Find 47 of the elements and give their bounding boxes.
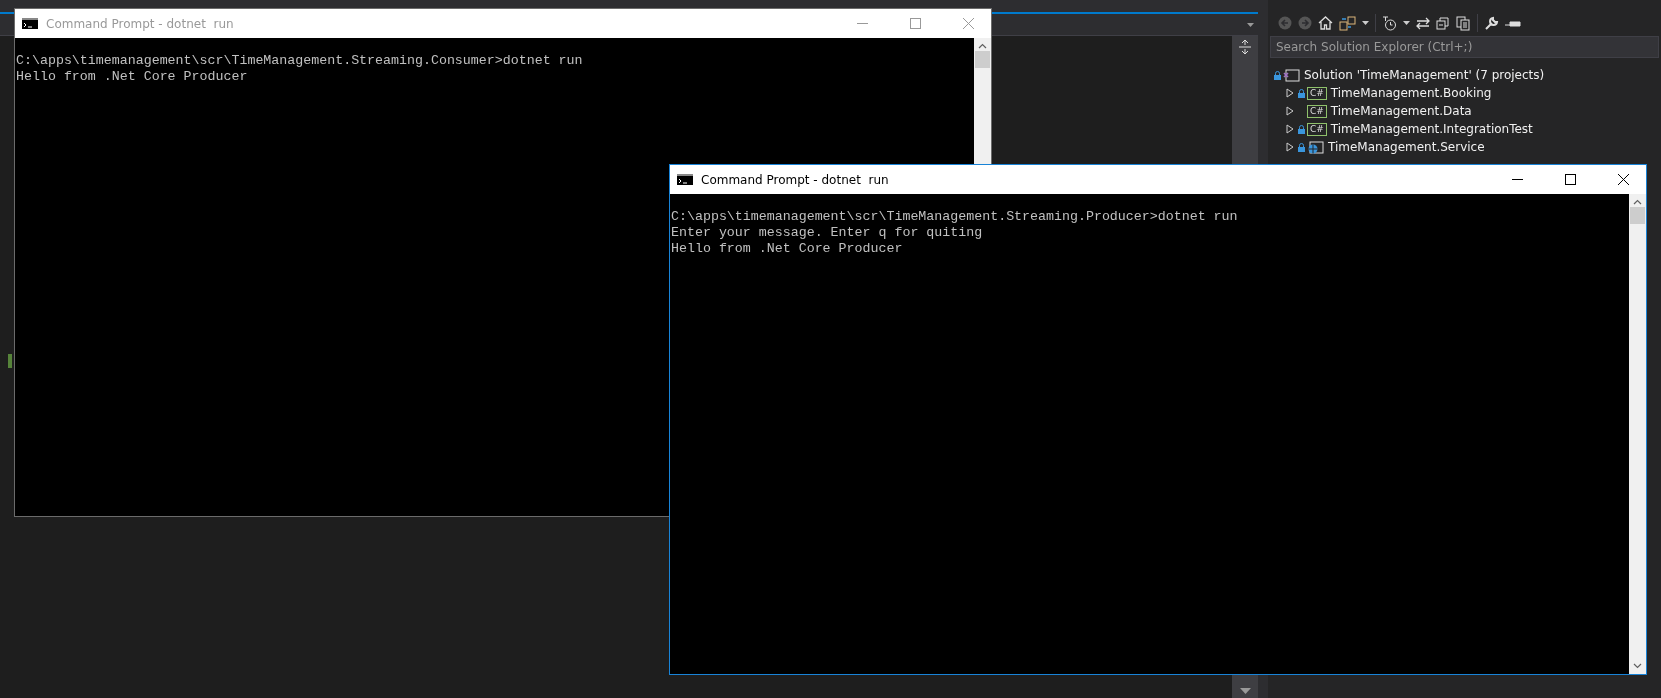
caret-icon[interactable] [1247, 22, 1254, 27]
maximize-icon [910, 18, 921, 29]
collapsed-arrow-icon[interactable] [1286, 106, 1294, 116]
window-title: Command Prompt - dotnet run [46, 15, 235, 33]
tree-item[interactable]: TimeManagement.Service [1268, 138, 1661, 156]
console-icon [22, 18, 38, 29]
console-line: Enter your message. Enter q for quiting [671, 225, 984, 241]
scrollbar-thumb[interactable] [1630, 207, 1645, 224]
caret-icon[interactable] [1403, 21, 1410, 25]
console-line: C:\apps\timemanagement\scr\TimeManagement.Streaming.Producer>dotnet run [671, 209, 1239, 225]
collapse-icon[interactable] [1436, 16, 1450, 30]
maximize-icon [1565, 174, 1576, 185]
sync-folders-icon[interactable] [1339, 15, 1356, 31]
console-icon [677, 174, 693, 185]
window-title: Command Prompt - dotnet run [701, 171, 890, 189]
close-icon [963, 18, 974, 29]
clock-icon[interactable] [1382, 15, 1397, 31]
console-line: C:\apps\timemanagement\scr\TimeManagement.Streaming.Consumer>dotnet run [16, 53, 584, 69]
tree-item[interactable]: Solution 'TimeManagement' (7 projects) [1268, 66, 1661, 84]
console-line: Hello from .Net Core Producer [671, 241, 904, 257]
swap-arrows-icon[interactable] [1416, 16, 1430, 30]
search-field[interactable]: Search Solution Explorer (Ctrl+;) [1270, 36, 1659, 58]
tree-item[interactable]: C# TimeManagement.Data [1268, 102, 1661, 120]
scroll-down-icon[interactable] [1633, 663, 1642, 669]
copy-pages-icon[interactable] [1456, 15, 1471, 31]
split-icon[interactable] [1239, 40, 1251, 54]
scroll-up-icon[interactable] [1633, 199, 1642, 205]
solution-icon [1283, 68, 1300, 82]
tree-item[interactable]: C# TimeManagement.IntegrationTest [1268, 120, 1661, 138]
close-icon [1618, 174, 1629, 185]
home-icon[interactable] [1318, 16, 1333, 30]
change-marker [8, 354, 12, 368]
web-project-icon [1307, 140, 1324, 154]
minimize-icon [857, 23, 868, 24]
csharp-project-icon: C# [1307, 104, 1327, 118]
csharp-project-icon: C# [1307, 86, 1327, 100]
csharp-project-icon: C# [1307, 122, 1327, 136]
tree-item[interactable]: C# TimeManagement.Booking [1268, 84, 1661, 102]
console-line: Hello from .Net Core Producer [16, 69, 249, 85]
collapsed-arrow-icon[interactable] [1286, 142, 1294, 152]
collapsed-arrow-icon[interactable] [1286, 88, 1294, 98]
pin-icon[interactable] [1505, 19, 1521, 27]
collapsed-arrow-icon[interactable] [1286, 124, 1294, 134]
minimize-icon [1512, 179, 1523, 180]
scroll-down-icon[interactable] [1239, 688, 1251, 694]
caret-icon[interactable] [1362, 21, 1369, 25]
wrench-icon[interactable] [1484, 15, 1499, 31]
